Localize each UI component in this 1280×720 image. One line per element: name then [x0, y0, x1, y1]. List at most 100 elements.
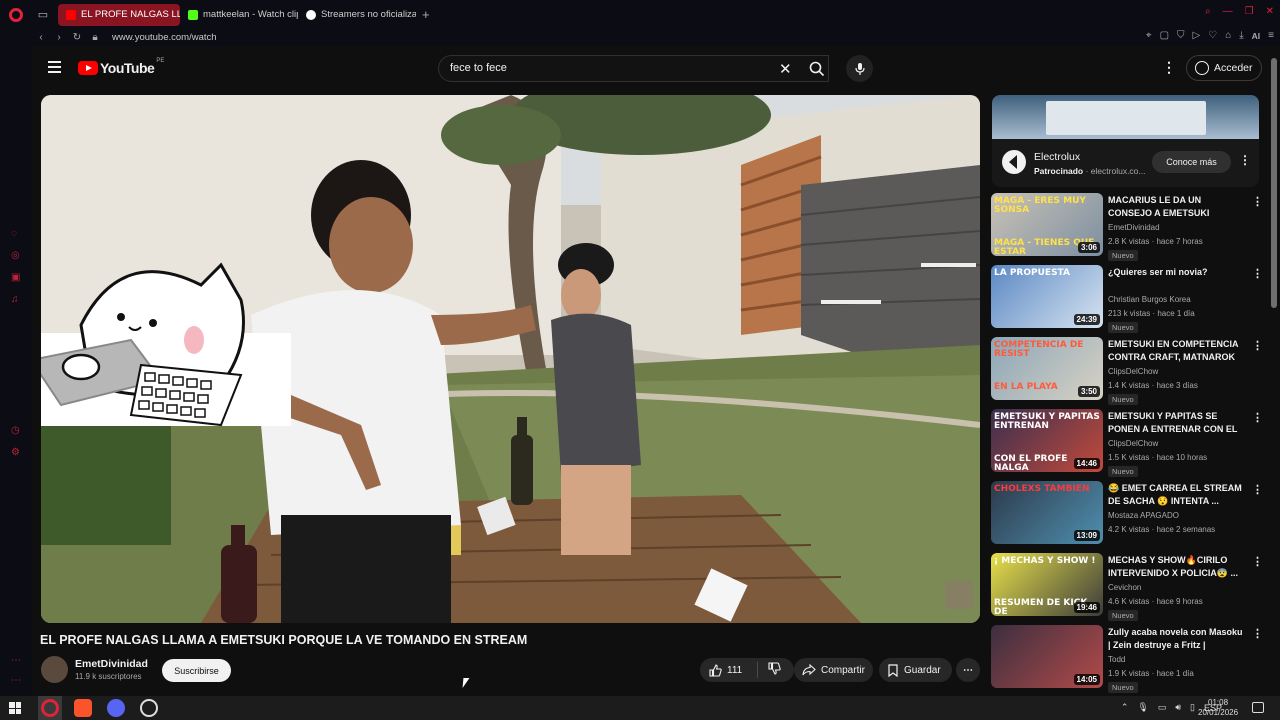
recommendation-menu-icon[interactable]: ⋮	[1252, 411, 1263, 424]
video-player[interactable]	[41, 95, 980, 623]
tray-chevron-icon[interactable]: ⌃	[1121, 702, 1129, 713]
ad-cta-button[interactable]: Conoce más	[1152, 151, 1231, 173]
recommendation-menu-icon[interactable]: ⋮	[1252, 267, 1263, 280]
opera-taskbar-icon[interactable]	[41, 699, 59, 717]
recommendation-menu-icon[interactable]: ⋮	[1252, 555, 1263, 568]
recommendation-title[interactable]: EMETSUKI Y PAPITAS SE PONEN A ENTRENAR C…	[1108, 410, 1243, 436]
page-scrollbar[interactable]	[1271, 58, 1277, 308]
signin-button[interactable]: Acceder	[1186, 55, 1262, 81]
search-input[interactable]	[450, 62, 750, 74]
whatsapp-icon[interactable]: ◎	[11, 251, 21, 261]
recommendation-item[interactable]: EMETSUKI Y PAPITAS ENTRENAN CON EL PROFE …	[991, 409, 1263, 477]
reload-icon[interactable]: ↻	[68, 32, 86, 43]
sidebar-menu-icon[interactable]: ⋯	[11, 676, 21, 686]
channel-name[interactable]: EmetDivinidad	[75, 658, 148, 670]
dislike-button[interactable]	[758, 662, 781, 678]
video-thumbnail[interactable]: CHOLEXS TAMBIEN 13:09	[991, 481, 1103, 544]
pin-icon[interactable]: ⌖	[1146, 30, 1152, 41]
network-icon[interactable]: ▭	[1158, 702, 1167, 713]
channel-avatar[interactable]	[41, 656, 68, 683]
recommendation-item[interactable]: CHOLEXS TAMBIEN 13:09 😂 EMET CARREA EL STR…	[991, 481, 1263, 547]
recommendation-channel[interactable]: Cevichon	[1108, 583, 1141, 592]
search-tabs-icon[interactable]: ⌕	[1205, 6, 1211, 17]
recommendation-title[interactable]: ¿Quieres ser mi novia?	[1108, 266, 1243, 279]
minimize-icon[interactable]: —	[1223, 6, 1233, 17]
video-thumbnail[interactable]: COMPETENCIA DE RESIST EN LA PLAYA 3:50	[991, 337, 1103, 400]
snapshot-icon[interactable]: ▢	[1160, 30, 1169, 41]
recommendation-item[interactable]: 14:05 Zully acaba novela con Masoku | Zei…	[991, 625, 1263, 693]
ad-card[interactable]: Electrolux Patrocinado · electrolux.co..…	[992, 139, 1259, 187]
close-window-icon[interactable]: ✕	[1266, 6, 1274, 17]
instagram-icon[interactable]: ▣	[11, 273, 21, 283]
ai-button[interactable]: AI	[1252, 31, 1261, 41]
recommendation-title[interactable]: MECHAS Y SHOW🔥CIRILO INTERVENIDO X POLIC…	[1108, 554, 1243, 580]
battery-icon[interactable]: ▯	[1190, 702, 1195, 713]
tab-tiktok[interactable]: Streamers no oficializan #	[298, 4, 416, 26]
tab-workspaces-icon[interactable]: ▭	[32, 4, 54, 26]
messenger-icon[interactable]: ◌	[11, 229, 21, 239]
history-icon[interactable]: ◷	[11, 426, 21, 436]
settings-kebab-icon[interactable]: ⋮	[1162, 59, 1176, 76]
mic-tray-icon[interactable]: 🎙︎	[1137, 702, 1148, 713]
recommendation-menu-icon[interactable]: ⋮	[1252, 339, 1263, 352]
subscribe-button[interactable]: Suscribirse	[162, 659, 231, 682]
ad-menu-icon[interactable]: ⋮	[1239, 153, 1251, 167]
share-button[interactable]: Compartir	[794, 658, 873, 682]
recommendation-menu-icon[interactable]: ⋮	[1252, 195, 1263, 208]
recommendation-item[interactable]: COMPETENCIA DE RESIST EN LA PLAYA 3:50 EMET…	[991, 337, 1263, 405]
recommendation-channel[interactable]: ClipsDelChow	[1108, 439, 1158, 448]
video-thumbnail[interactable]: LA PROPUESTA 24:39	[991, 265, 1103, 328]
recommendation-menu-icon[interactable]: ⋮	[1252, 627, 1263, 640]
player-icon[interactable]: ▷	[1193, 30, 1201, 41]
wallet-icon[interactable]: ⌂	[1225, 30, 1231, 41]
recommendation-channel[interactable]: Christian Burgos Korea	[1108, 295, 1191, 304]
clear-search-icon[interactable]: ✕	[779, 60, 792, 78]
tab-kick[interactable]: mattkeelan - Watch clips	[180, 4, 298, 26]
obs-taskbar-icon[interactable]	[140, 699, 158, 717]
recommendation-item[interactable]: ¡ MECHAS Y SHOW ! RESUMEN DE KICK DE 19:46…	[991, 553, 1263, 621]
taskbar-clock[interactable]: 01:08 20/01/2026	[1198, 698, 1238, 718]
recommendation-channel[interactable]: ClipsDelChow	[1108, 367, 1158, 376]
recommendation-title[interactable]: EMETSUKI EN COMPETENCIA CONTRA CRAFT, MA…	[1108, 338, 1243, 364]
video-thumbnail[interactable]: EMETSUKI Y PAPITAS ENTRENAN CON EL PROFE …	[991, 409, 1103, 472]
notifications-icon[interactable]	[1252, 702, 1264, 713]
save-button[interactable]: Guardar	[879, 658, 952, 682]
volume-icon[interactable]: 🔊︎	[1175, 702, 1181, 713]
recommendation-title[interactable]: Zully acaba novela con Masoku | Zein des…	[1108, 626, 1243, 652]
video-thumbnail[interactable]: 14:05	[991, 625, 1103, 688]
discord-taskbar-icon[interactable]	[107, 699, 125, 717]
recommendation-channel[interactable]: Todd	[1108, 655, 1125, 664]
youtube-logo[interactable]: YouTube PE	[78, 58, 164, 76]
forward-icon[interactable]: ›	[50, 32, 68, 43]
video-thumbnail[interactable]: MAGA - ERES MUY SONSA MAGA - TIENES QUE E…	[991, 193, 1103, 256]
brave-taskbar-icon[interactable]	[74, 699, 92, 717]
video-thumbnail[interactable]: ¡ MECHAS Y SHOW ! RESUMEN DE KICK DE 19:46	[991, 553, 1103, 616]
windows-start-icon[interactable]	[9, 702, 21, 714]
search-button[interactable]	[797, 55, 837, 82]
maximize-icon[interactable]: ❐	[1245, 6, 1254, 17]
recommendation-menu-icon[interactable]: ⋮	[1252, 483, 1263, 496]
more-tools-icon[interactable]: ⋯	[11, 656, 21, 666]
tab-active[interactable]: EL PROFE NALGAS LL	[58, 3, 180, 26]
more-actions-button[interactable]: ⋯	[956, 658, 980, 682]
heart-icon[interactable]: ♡	[1208, 30, 1217, 41]
recommendation-channel[interactable]: Mostaza APAGADO	[1108, 511, 1179, 520]
menu-icon[interactable]: ≡	[1268, 30, 1274, 41]
recommendation-item[interactable]: LA PROPUESTA 24:39 ¿Quieres ser mi novia? C…	[991, 265, 1263, 333]
download-icon[interactable]: ⤓	[1239, 30, 1243, 41]
opera-logo-icon[interactable]	[0, 0, 32, 29]
new-tab-button[interactable]: +	[416, 7, 436, 22]
recommendation-item[interactable]: MAGA - ERES MUY SONSA MAGA - TIENES QUE E…	[991, 193, 1263, 261]
back-icon[interactable]: ‹	[32, 32, 50, 43]
like-button[interactable]: 111	[700, 662, 758, 678]
settings-icon[interactable]: ⚙	[11, 448, 21, 458]
ad-banner-image[interactable]	[992, 95, 1259, 139]
recommendation-title[interactable]: MACARIUS LE DA UN CONSEJO A EMETSUKI	[1108, 194, 1243, 220]
recommendation-title[interactable]: 😂 EMET CARREA EL STREAM DE SACHA 😯 INTEN…	[1108, 482, 1243, 508]
music-icon[interactable]: ♫	[11, 295, 21, 305]
recommendation-channel[interactable]: EmetDivinidad	[1108, 223, 1160, 232]
shield-icon[interactable]: ⛉	[1177, 30, 1185, 41]
voice-search-button[interactable]	[846, 55, 873, 82]
url-field[interactable]: www.youtube.com/watch	[112, 32, 217, 43]
menu-icon[interactable]	[48, 61, 61, 73]
